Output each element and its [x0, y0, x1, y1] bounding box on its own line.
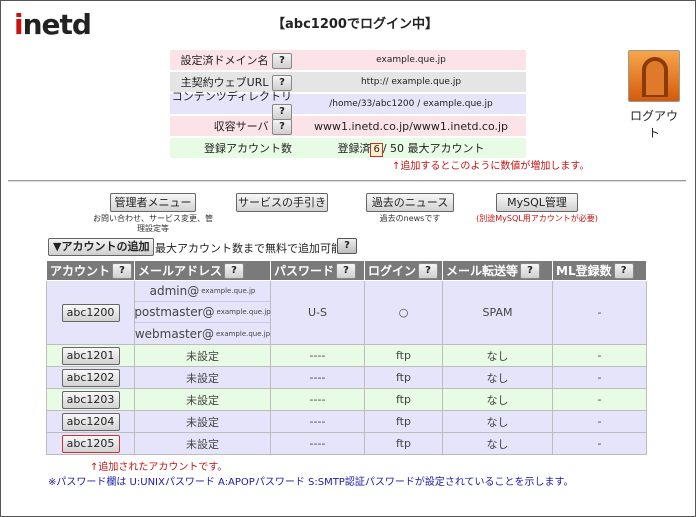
door-icon[interactable]	[628, 50, 680, 102]
help-button[interactable]: ?	[336, 263, 357, 280]
col-ml: ML登録数?	[552, 260, 647, 281]
password-cell: ----	[270, 366, 365, 389]
login-cell: ftp	[364, 410, 443, 433]
forward-cell: なし	[442, 410, 553, 433]
table-header: アカウント? メールアドレス? パスワード? ログイン? メール転送等? ML登…	[46, 260, 647, 281]
info-value: example.que.jp	[376, 55, 446, 65]
login-cell: ftp	[364, 432, 443, 455]
info-label: コンテンツディレクトリ ?	[170, 88, 296, 120]
count-badge: 6	[370, 142, 383, 157]
mail-cell: 未設定	[134, 410, 271, 433]
help-button[interactable]: ?	[112, 263, 133, 280]
added-account-note: ↑追加されたアカウントです。	[90, 462, 228, 473]
password-cell: U-S	[270, 280, 365, 345]
logout-label[interactable]: ログアウト	[626, 107, 682, 141]
admin-menu-button[interactable]: 管理者メニュー	[110, 193, 196, 212]
info-value: http:// example.que.jp	[360, 77, 462, 87]
table-row: abc1204 未設定 ---- ftp なし -	[46, 410, 647, 433]
login-cell: ftp	[364, 344, 443, 367]
forward-cell: なし	[442, 366, 553, 389]
login-cell: ○	[364, 280, 443, 345]
ml-cell: -	[552, 366, 647, 389]
admin-menu-caption: お問い合わせ、サービス変更、管理設定等	[93, 214, 213, 233]
account-button[interactable]: abc1205	[61, 434, 120, 453]
inetd-logo: inetd	[14, 8, 92, 41]
help-button[interactable]: ?	[272, 52, 292, 69]
ml-cell: -	[552, 432, 647, 455]
ml-cell: -	[552, 388, 647, 411]
ml-cell: -	[552, 280, 647, 345]
account-button[interactable]: abc1200	[61, 303, 120, 322]
password-cell: ----	[270, 432, 365, 455]
accounts-table: アカウント? メールアドレス? パスワード? ログイン? メール転送等? ML登…	[46, 260, 647, 455]
table-row: abc1202 未設定 ---- ftp なし -	[46, 366, 647, 389]
mysql-caption: (別途MySQL用アカウントが必要)	[476, 214, 598, 223]
account-button[interactable]: abc1204	[61, 412, 120, 431]
ml-cell: -	[552, 410, 647, 433]
forward-cell: なし	[442, 388, 553, 411]
info-label: 設定済ドメイン名 ?	[170, 52, 296, 69]
table-row: abc1201 未設定 ---- ftp なし -	[46, 344, 647, 367]
page-title: 【abc1200でログイン中】	[272, 17, 438, 32]
divider	[8, 180, 686, 182]
mail-address[interactable]: admin@ example.que.jp	[135, 281, 270, 302]
ml-cell: -	[552, 344, 647, 367]
table-row: abc1200 admin@ example.que.jp postmaster@…	[46, 280, 647, 345]
past-news-button[interactable]: 過去のニュース	[366, 193, 454, 212]
password-cell: ----	[270, 344, 365, 367]
help-button[interactable]: ?	[418, 263, 439, 280]
login-cell: ftp	[364, 366, 443, 389]
help-button[interactable]: ?	[337, 238, 357, 254]
info-row-domain: 設定済ドメイン名 ? example.que.jp	[170, 50, 526, 70]
help-button[interactable]: ?	[520, 263, 541, 280]
forward-cell: なし	[442, 432, 553, 455]
past-news-caption: 過去のnewsです	[379, 214, 441, 223]
account-button[interactable]: abc1203	[61, 390, 120, 409]
password-cell: ----	[270, 388, 365, 411]
table-row: abc1203 未設定 ---- ftp なし -	[46, 388, 647, 411]
col-mail: メールアドレス?	[134, 260, 271, 281]
forward-cell: なし	[442, 344, 553, 367]
mail-list: admin@ example.que.jp postmaster@ example.…	[134, 280, 271, 345]
logout-button[interactable]: ログアウト	[626, 50, 682, 141]
info-row-directory: コンテンツディレクトリ ? /home/33/abc1200 / example…	[170, 90, 526, 120]
help-button[interactable]: ?	[613, 263, 634, 280]
count-note: ↑追加するとこのように数値が増加します。	[392, 161, 590, 172]
forward-cell: SPAM	[442, 280, 553, 345]
service-guide-button[interactable]: サービスの手引き	[236, 193, 328, 212]
col-password: パスワード?	[270, 260, 365, 281]
mail-cell: 未設定	[134, 344, 271, 367]
info-value: /home/33/abc1200 / example.que.jp	[329, 99, 493, 109]
mail-address[interactable]: postmaster@ example.que.jp	[134, 302, 271, 323]
mail-cell: 未設定	[134, 388, 271, 411]
info-row-account-count: 登録アカウント数 登録済 6/ 50 最大アカウント	[170, 138, 526, 158]
table-row: abc1205 未設定 ---- ftp なし -	[46, 432, 647, 455]
info-label: 収容サーバ ?	[170, 118, 296, 135]
help-button[interactable]: ?	[272, 118, 292, 135]
col-login: ログイン?	[364, 260, 443, 281]
mail-address[interactable]: webmaster@ example.que.jp	[135, 323, 270, 344]
add-account-note: 最大アカウント数まで無料で追加可能	[155, 242, 342, 255]
password-legend: ※パスワード欄は U:UNIXパスワード A:APOPパスワード S:SMTP認…	[48, 477, 574, 488]
col-forward: メール転送等?	[442, 260, 553, 281]
help-button[interactable]: ?	[224, 263, 245, 280]
account-button[interactable]: abc1202	[61, 368, 120, 387]
login-cell: ftp	[364, 388, 443, 411]
password-cell: ----	[270, 410, 365, 433]
col-account: アカウント?	[46, 260, 135, 281]
info-table: 設定済ドメイン名 ? example.que.jp 主契約ウェブURL ? ht…	[170, 50, 526, 160]
account-button[interactable]: abc1201	[61, 346, 120, 365]
mail-cell: 未設定	[134, 366, 271, 389]
info-value: www1.inetd.co.jp/www1.inetd.co.jp	[313, 119, 509, 133]
account-count-value: 登録済 6/ 50 最大アカウント	[337, 141, 485, 157]
mysql-admin-button[interactable]: MySQL管理	[496, 193, 578, 212]
account-count-label: 登録アカウント数	[204, 142, 292, 155]
add-account-button[interactable]: ▼アカウントの追加	[48, 238, 155, 256]
mail-cell: 未設定	[134, 432, 271, 455]
info-row-server: 収容サーバ ? www1.inetd.co.jp/www1.inetd.co.j…	[170, 116, 526, 136]
